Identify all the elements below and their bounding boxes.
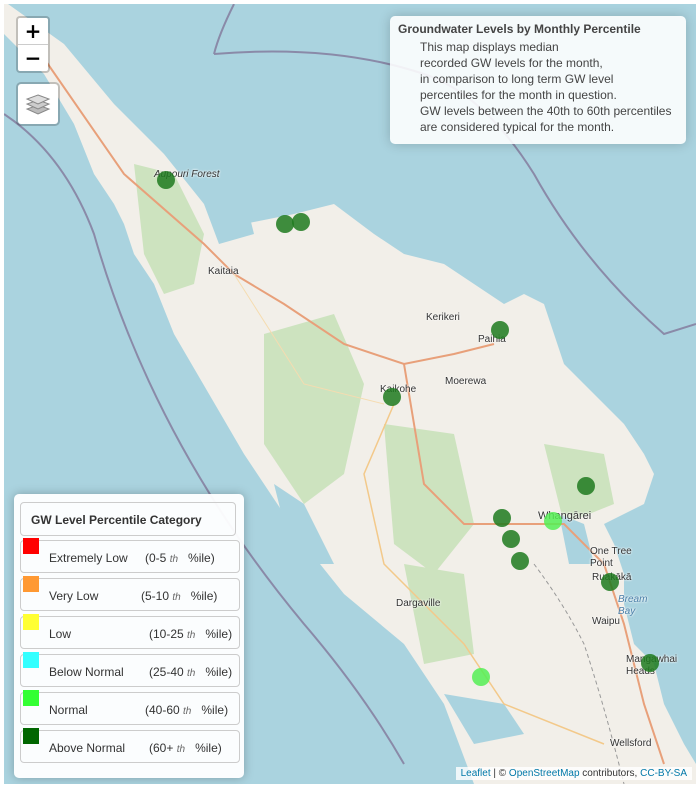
- legend-range-end: %ile): [190, 589, 218, 603]
- legend-range-th: th: [172, 592, 181, 603]
- legend-range-end: %ile): [195, 741, 222, 755]
- water-label: Bream Bay: [618, 594, 648, 617]
- info-title: Groundwater Levels by Monthly Percentile: [398, 22, 641, 36]
- info-line: This map displays median: [420, 40, 559, 54]
- gw-site-marker[interactable]: [641, 654, 659, 672]
- boundary-line: [213, 4, 235, 55]
- gw-site-marker[interactable]: [502, 530, 520, 548]
- place-label: One Tree Point: [590, 546, 632, 569]
- legend-range-end: %ile): [201, 703, 229, 717]
- info-panel: Groundwater Levels by Monthly Percentile…: [390, 16, 686, 144]
- info-line: recorded GW levels for the month,: [420, 56, 603, 70]
- map[interactable]: Aupouri Forest Kaitaia Kerikeri Paihia K…: [4, 4, 696, 784]
- legend-item: Very Low (5-10 th %ile): [20, 576, 240, 611]
- legend-range-start: (25-40: [149, 665, 184, 679]
- place-label: Dargaville: [396, 598, 441, 609]
- legend-range-start: (0-5: [145, 551, 167, 565]
- place-label: Moerewa: [445, 376, 487, 387]
- legend-label: Extremely Low: [49, 551, 128, 565]
- legend-range-th: th: [169, 554, 179, 565]
- legend-range: (25-40 th %ile): [149, 665, 232, 679]
- legend-range-th: th: [183, 706, 192, 717]
- legend: GW Level Percentile Category Extremely L…: [14, 494, 244, 778]
- gw-site-marker[interactable]: [601, 573, 619, 591]
- legend-range-th: th: [187, 630, 196, 641]
- legend-range-start: (40-60: [145, 703, 180, 717]
- gw-site-marker[interactable]: [491, 321, 509, 339]
- legend-item: Above Normal (60+ th %ile): [20, 728, 240, 763]
- attribution-contrib: contributors,: [579, 768, 641, 779]
- legend-range-start: (60+: [149, 741, 174, 755]
- gw-site-marker[interactable]: [157, 171, 175, 189]
- legend-label: Normal: [49, 703, 88, 717]
- legend-label: Below Normal: [49, 665, 124, 679]
- info-line: GW levels between the 40th to 60th perce…: [420, 104, 672, 118]
- place-label: Kerikeri: [426, 312, 460, 323]
- leaflet-link[interactable]: Leaflet: [461, 768, 491, 779]
- legend-range: (0-5 th %ile): [145, 551, 215, 565]
- legend-label: Above Normal: [49, 741, 126, 755]
- legend-range-start: (10-25: [149, 627, 184, 641]
- gw-site-marker[interactable]: [544, 512, 562, 530]
- legend-item: Extremely Low (0-5 th %ile): [20, 538, 240, 573]
- legend-range: (60+ th %ile): [149, 741, 222, 755]
- legend-swatch: [23, 538, 39, 554]
- place-label: Waipu: [592, 616, 620, 627]
- legend-swatch: [23, 690, 39, 706]
- osm-link[interactable]: OpenStreetMap: [509, 768, 580, 779]
- layers-icon: [25, 94, 51, 115]
- attribution: Leaflet | © OpenStreetMap contributors, …: [455, 767, 692, 780]
- gw-site-marker[interactable]: [493, 509, 511, 527]
- gw-site-marker[interactable]: [383, 388, 401, 406]
- legend-swatch: [23, 652, 39, 668]
- gw-site-marker[interactable]: [577, 477, 595, 495]
- legend-range-end: %ile): [205, 627, 233, 641]
- place-label: Wellsford: [610, 738, 652, 749]
- legend-swatch: [23, 614, 39, 630]
- legend-item: Normal (40-60 th %ile): [20, 690, 240, 725]
- zoom-out-button[interactable]: −: [18, 44, 48, 71]
- legend-item: Low (10-25 th %ile): [20, 614, 240, 649]
- legend-label: Very Low: [49, 589, 99, 603]
- legend-range-end: %ile): [205, 665, 233, 679]
- legend-range: (40-60 th %ile): [145, 703, 228, 717]
- gw-site-marker[interactable]: [511, 552, 529, 570]
- gw-site-marker[interactable]: [472, 668, 490, 686]
- legend-item: Below Normal (25-40 th %ile): [20, 652, 240, 687]
- info-line: are considered typical for the month.: [420, 120, 615, 134]
- zoom-in-button[interactable]: +: [18, 18, 48, 44]
- legend-range-start: (5-10: [141, 589, 170, 603]
- legend-range: (5-10 th %ile): [141, 589, 217, 603]
- legend-range: (10-25 th %ile): [149, 627, 232, 641]
- zoom-control: + −: [16, 16, 50, 73]
- legend-swatch: [23, 576, 39, 592]
- gw-site-marker[interactable]: [292, 213, 310, 231]
- place-label: Kaitaia: [208, 266, 239, 277]
- license-link[interactable]: CC-BY-SA: [640, 768, 687, 779]
- attribution-sep: | ©: [490, 768, 509, 779]
- legend-label: Low: [49, 627, 72, 641]
- legend-range-end: %ile): [188, 551, 215, 565]
- layers-button[interactable]: [16, 82, 60, 126]
- info-line: percentiles for the month in question.: [420, 88, 617, 102]
- legend-swatch: [23, 728, 39, 744]
- legend-range-th: th: [187, 668, 196, 679]
- info-line: in comparison to long term GW level: [420, 72, 614, 86]
- legend-range-th: th: [176, 744, 186, 755]
- legend-title: GW Level Percentile Category: [20, 502, 236, 536]
